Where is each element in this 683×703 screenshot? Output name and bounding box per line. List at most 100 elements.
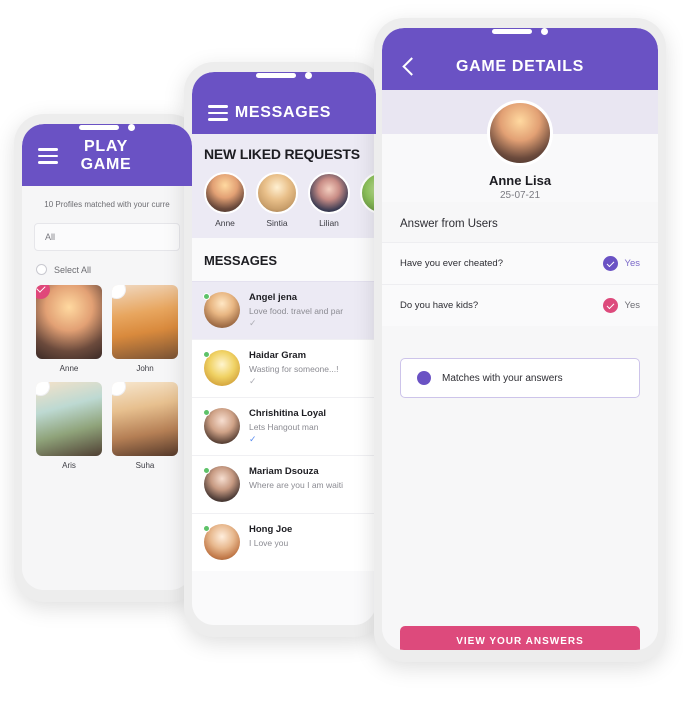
avatar-wrap xyxy=(203,350,240,386)
answer-value: Yes xyxy=(624,258,641,269)
answer-row: Have you ever cheated? Yes xyxy=(382,242,658,284)
avatar[interactable] xyxy=(204,172,246,214)
message-list-item[interactable]: Mariam Dsouza Where are you I am waiti xyxy=(192,455,376,513)
online-status-dot-icon xyxy=(203,351,210,358)
message-preview: Where are you I am waiti xyxy=(249,480,344,490)
phone-game-details: GAME DETAILS Anne Lisa 25-07-21 Answer f… xyxy=(374,18,666,662)
new-liked-requests-section: NEW LIKED REQUESTS Anne Sintia Lilian xyxy=(192,134,376,238)
profile-name: John xyxy=(136,364,154,373)
profile-grid: Anne John Aris Suha xyxy=(36,285,192,470)
game-details-body: Anne Lisa 25-07-21 Answer from Users Hav… xyxy=(382,90,658,650)
message-sender-name: Angel jena xyxy=(249,292,298,303)
new-liked-requests-heading: NEW LIKED REQUESTS xyxy=(204,146,360,162)
profile-select-checkbox[interactable] xyxy=(36,382,50,396)
message-read-tick-icon: ✓ xyxy=(249,318,257,328)
message-list-item[interactable]: Angel jena Love food. travel and par ✓ xyxy=(192,281,376,339)
profile-photo[interactable] xyxy=(112,382,178,456)
avatar-wrap xyxy=(203,466,240,502)
profile-card[interactable]: Suha xyxy=(112,382,178,470)
select-all-row[interactable]: Select All xyxy=(36,264,192,275)
profile-name: Aris xyxy=(62,461,76,470)
online-status-dot-icon xyxy=(203,409,210,416)
message-read-tick-icon: ✓ xyxy=(249,376,257,386)
profile-select-checkbox[interactable] xyxy=(112,285,126,299)
profile-date: 25-07-21 xyxy=(499,190,541,201)
online-status-dot-icon xyxy=(203,467,210,474)
message-sender-name: Chrishitina Loyal xyxy=(249,408,327,419)
filter-select[interactable]: All xyxy=(34,223,180,251)
profile-hero: Anne Lisa 25-07-21 xyxy=(382,90,658,202)
profile-select-checkbox[interactable] xyxy=(112,382,126,396)
answers-heading: Answer from Users xyxy=(382,202,658,242)
avatar xyxy=(487,100,553,166)
appbar-game-details: GAME DETAILS xyxy=(382,28,658,90)
liked-request-item[interactable]: Sintia xyxy=(256,172,298,228)
legend-matches-box: Matches with your answers xyxy=(400,358,640,398)
legend-dot-icon xyxy=(417,371,431,385)
screenshot-stage: PLAY GAME 10 Profiles matched with your … xyxy=(0,0,683,703)
back-chevron-icon[interactable] xyxy=(398,56,420,78)
page-title-messages: MESSAGES xyxy=(234,104,332,121)
page-title-play-game: PLAY GAME xyxy=(80,138,132,173)
liked-request-name: Anne xyxy=(215,218,235,228)
online-status-dot-icon xyxy=(203,293,210,300)
liked-request-name: Sintia xyxy=(266,218,288,228)
avatar[interactable] xyxy=(256,172,298,214)
hamburger-icon[interactable] xyxy=(208,105,228,121)
message-read-tick-icon: ✓ xyxy=(249,434,257,444)
message-list-item[interactable]: Hong Joe I Love you xyxy=(192,513,376,571)
profile-photo[interactable] xyxy=(36,382,102,456)
message-sender-name: Mariam Dsouza xyxy=(249,466,319,477)
check-circle-icon xyxy=(602,256,618,271)
screen-game-details: GAME DETAILS Anne Lisa 25-07-21 Answer f… xyxy=(382,28,658,650)
check-circle-icon xyxy=(602,298,618,313)
play-game-body: 10 Profiles matched with your curre All … xyxy=(22,186,192,590)
message-preview: Wasting for someone...! xyxy=(249,364,339,374)
page-title-game-details: GAME DETAILS xyxy=(455,58,585,75)
profiles-matched-caption: 10 Profiles matched with your curre xyxy=(44,200,170,209)
answer-value-group: Yes xyxy=(602,256,641,271)
liked-request-item[interactable]: Anne xyxy=(204,172,246,228)
answer-row: Do you have kids? Yes xyxy=(382,284,658,326)
answer-value: Yes xyxy=(624,300,641,311)
footer-buttons: VIEW YOUR ANSWERS OKAY xyxy=(382,626,658,650)
avatar-wrap xyxy=(203,524,240,560)
filter-select-value: All xyxy=(45,232,56,242)
screen-messages: MESSAGES NEW LIKED REQUESTS Anne Sintia … xyxy=(192,72,376,625)
message-sender-name: Hong Joe xyxy=(249,524,293,535)
view-your-answers-button[interactable]: VIEW YOUR ANSWERS xyxy=(400,626,640,650)
profile-select-checkbox[interactable] xyxy=(36,285,50,299)
message-list-item[interactable]: Haidar Gram Wasting for someone...! ✓ xyxy=(192,339,376,397)
answer-value-group: Yes xyxy=(602,298,641,313)
messages-body: NEW LIKED REQUESTS Anne Sintia Lilian ME… xyxy=(192,134,376,625)
message-preview: I Love you xyxy=(249,538,289,548)
appbar-messages: MESSAGES xyxy=(192,72,376,134)
select-all-radio-icon[interactable] xyxy=(36,264,47,275)
screen-play-game: PLAY GAME 10 Profiles matched with your … xyxy=(22,124,192,590)
answer-question: Do you have kids? xyxy=(400,300,479,311)
select-all-label: Select All xyxy=(54,264,92,275)
profile-card[interactable]: Aris xyxy=(36,382,102,470)
message-preview: Love food. travel and par xyxy=(249,306,344,316)
profile-card[interactable]: Anne xyxy=(36,285,102,373)
message-list-item[interactable]: Chrishitina Loyal Lets Hangout man ✓ xyxy=(192,397,376,455)
profile-card[interactable]: John xyxy=(112,285,178,373)
message-preview: Lets Hangout man xyxy=(249,422,319,432)
phone-messages: MESSAGES NEW LIKED REQUESTS Anne Sintia … xyxy=(184,62,384,637)
profile-photo[interactable] xyxy=(112,285,178,359)
online-status-dot-icon xyxy=(203,525,210,532)
avatar-wrap xyxy=(203,408,240,444)
liked-request-item[interactable]: Lilian xyxy=(308,172,350,228)
profile-name: Suha xyxy=(135,461,155,470)
answer-question: Have you ever cheated? xyxy=(400,258,503,269)
appbar-play-game: PLAY GAME xyxy=(22,124,192,186)
hamburger-icon[interactable] xyxy=(38,148,58,164)
avatar[interactable] xyxy=(308,172,350,214)
phone-play-game: PLAY GAME 10 Profiles matched with your … xyxy=(14,114,200,602)
avatar-wrap xyxy=(203,292,240,328)
profile-photo[interactable] xyxy=(36,285,102,359)
profile-name: Anne Lisa xyxy=(488,173,552,188)
liked-requests-row: Anne Sintia Lilian xyxy=(192,172,376,228)
message-sender-name: Haidar Gram xyxy=(249,350,307,361)
profile-name: Anne xyxy=(59,364,79,373)
